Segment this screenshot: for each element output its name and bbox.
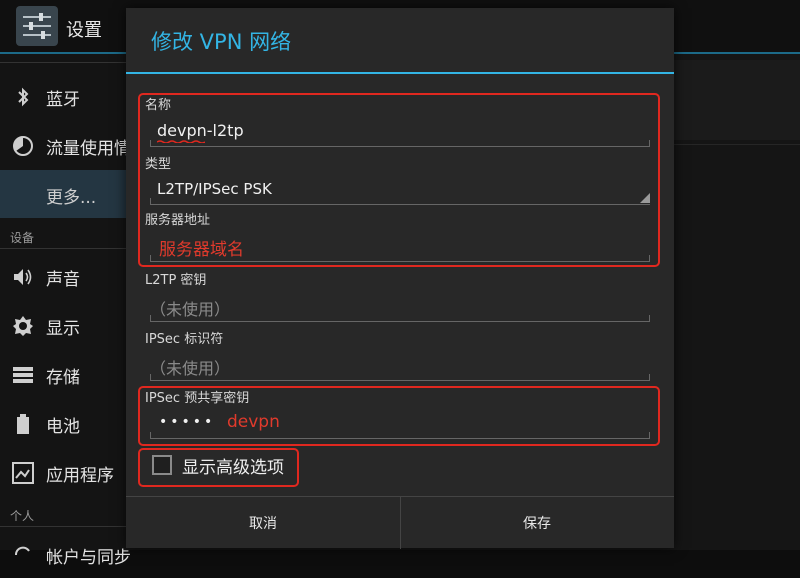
dialog-button-bar: 取消 保存 xyxy=(126,496,674,549)
annotation-box xyxy=(138,386,660,446)
annotation-box xyxy=(138,448,299,487)
bluetooth-icon xyxy=(12,86,34,108)
sidebar-item-label: 帐户与同步 xyxy=(46,548,131,568)
speaker-icon xyxy=(12,266,34,288)
sidebar-item-label: 流量使用情 xyxy=(46,139,131,159)
sidebar-item-label: 存储 xyxy=(46,368,80,388)
sidebar-item-label: 声音 xyxy=(46,270,80,290)
sidebar-item-label: 电池 xyxy=(46,417,80,437)
data-usage-icon xyxy=(12,135,34,157)
sidebar-item-label: 蓝牙 xyxy=(46,90,80,110)
app-title: 设置 xyxy=(66,20,102,41)
ipsec-id-label: IPSec 标识符 xyxy=(145,332,224,347)
cancel-button[interactable]: 取消 xyxy=(126,497,400,549)
sidebar-item-label: 显示 xyxy=(46,319,80,339)
sidebar-item-label: 更多... xyxy=(46,188,97,208)
dialog-header: 修改 VPN 网络 xyxy=(126,8,674,74)
sync-icon xyxy=(12,544,34,566)
section-header-personal: 个人 xyxy=(10,509,35,523)
brightness-icon xyxy=(12,315,34,337)
dialog-title: 修改 VPN 网络 xyxy=(151,30,292,54)
ipsec-id-underline xyxy=(150,374,650,381)
edit-vpn-dialog: 修改 VPN 网络 名称 devpn-l2tp 类型 L2TP/IPSec PS… xyxy=(126,8,674,549)
settings-sliders-icon[interactable] xyxy=(16,6,58,46)
storage-icon xyxy=(12,364,34,386)
annotation-box xyxy=(138,93,660,267)
section-header-device: 设备 xyxy=(10,231,35,245)
sidebar-item-label: 应用程序 xyxy=(46,466,114,486)
l2tp-secret-label: L2TP 密钥 xyxy=(145,273,207,288)
apps-icon xyxy=(12,462,34,484)
l2tp-secret-underline xyxy=(150,315,650,322)
save-button[interactable]: 保存 xyxy=(400,497,674,549)
battery-icon xyxy=(12,413,34,435)
